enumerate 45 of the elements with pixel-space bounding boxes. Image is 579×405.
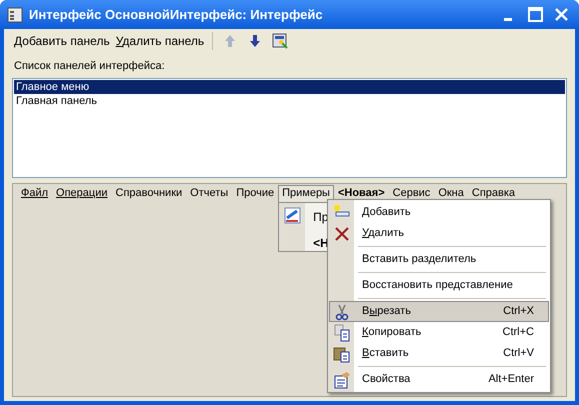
menu-item-label: Удалить: [362, 226, 406, 242]
menu-item-label: Вырезать: [362, 304, 412, 320]
toolbar-button[interactable]: Добавить панель: [12, 32, 112, 50]
maximize-icon[interactable]: [526, 4, 546, 24]
window-title: Интерфейс ОсновнойИнтерфейс: Интерфейс: [29, 6, 324, 24]
context-menu-item[interactable]: Вырезать Ctrl+X: [329, 301, 549, 322]
list-label: Список панелей интерфейса:: [14, 59, 166, 74]
toolbar-button[interactable]: Удалить панель: [114, 32, 206, 50]
paste-icon: [333, 344, 351, 362]
menu-item[interactable]: Окна: [434, 184, 468, 202]
list-item[interactable]: Главная панель: [14, 94, 565, 108]
context-menu-item[interactable]: Удалить: [329, 223, 549, 244]
menu-item[interactable]: <Новая>: [334, 184, 389, 202]
wizard-icon[interactable]: [272, 32, 290, 50]
scissors-icon: [333, 302, 351, 320]
chart-icon: [284, 206, 301, 224]
menu-item-label: Копировать: [362, 325, 422, 340]
menu-item-label: Вставить: [362, 346, 410, 362]
shortcut-label: Ctrl+X: [503, 304, 534, 320]
delete-icon: [333, 224, 351, 242]
menu-item-label: Добавить: [362, 205, 412, 220]
context-menu-item[interactable]: Вставить Ctrl+V: [329, 343, 549, 364]
menu-item[interactable]: Файл: [17, 184, 52, 202]
menu-item-label: Вставить разделитель: [362, 252, 478, 268]
menu-item[interactable]: Примеры: [278, 184, 334, 202]
menu-item-label: Восстановить представление: [362, 278, 514, 294]
menu-item-label: Свойства: [362, 372, 412, 388]
menu-item[interactable]: Операции: [52, 184, 112, 202]
menu-item[interactable]: Справка: [468, 184, 520, 202]
window-icon: [7, 6, 23, 22]
shortcut-label: Alt+Enter: [488, 372, 534, 388]
context-menu-item[interactable]: Добавить: [329, 202, 549, 223]
context-menu-item[interactable]: Восстановить представление: [329, 275, 549, 296]
properties-icon: [333, 370, 351, 388]
menu-item[interactable]: Прочие: [232, 184, 278, 202]
shortcut-label: Ctrl+V: [503, 346, 534, 362]
context-menu-item[interactable]: Копировать Ctrl+C: [329, 322, 549, 343]
context-menu-item[interactable]: Свойства Alt+Enter: [329, 369, 549, 390]
copy-icon: [333, 324, 351, 342]
menu-item[interactable]: Сервис: [388, 184, 434, 202]
menu-item[interactable]: Отчеты: [186, 184, 232, 202]
menu-item[interactable]: Справочники: [112, 184, 186, 202]
list-item[interactable]: Главное меню: [14, 80, 565, 94]
shortcut-label: Ctrl+C: [502, 325, 534, 340]
context-menu-item[interactable]: Вставить разделитель: [329, 249, 549, 270]
